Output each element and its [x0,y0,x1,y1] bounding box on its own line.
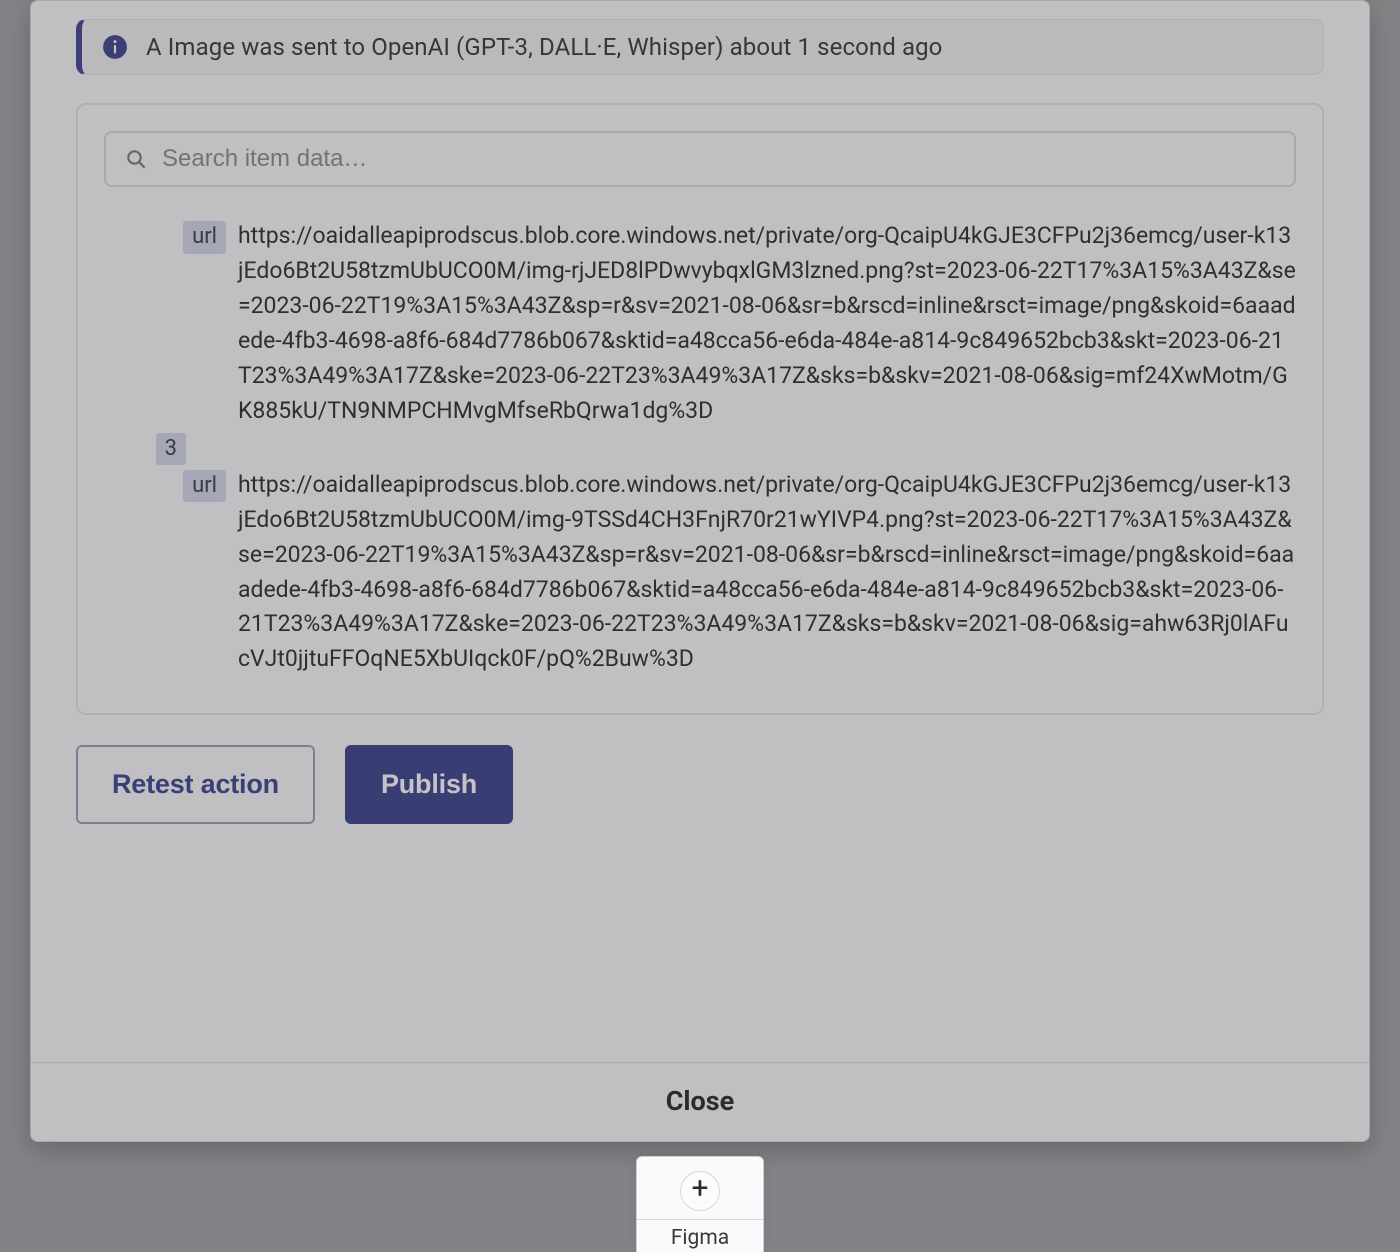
data-key: url [104,468,226,503]
data-key: url [104,219,226,254]
action-bar: Retest action Publish [76,745,1324,854]
test-result-modal: A Image was sent to OpenAI (GPT-3, DALL·… [30,0,1370,1142]
data-value: https://oaidalleapiprodscus.blob.core.wi… [238,219,1296,429]
result-data-list: url https://oaidalleapiprodscus.blob.cor… [104,219,1296,677]
plus-icon: + [691,1174,708,1204]
retest-action-button[interactable]: Retest action [76,745,315,824]
close-button[interactable]: Close [31,1062,1369,1141]
data-index: 3 [104,431,186,466]
search-field-wrapper[interactable] [104,131,1296,187]
publish-button[interactable]: Publish [345,745,513,824]
info-icon [102,34,128,60]
data-index-row: 3 [104,431,1296,466]
dock-panel: + Figma [636,1156,764,1252]
data-row: url https://oaidalleapiprodscus.blob.cor… [104,219,1296,429]
dock-label-wrap: Figma [637,1219,763,1252]
result-data-panel: url https://oaidalleapiprodscus.blob.cor… [76,103,1324,715]
add-button[interactable]: + [680,1171,720,1211]
search-input[interactable] [162,145,1276,173]
alert-message: A Image was sent to OpenAI (GPT-3, DALL·… [146,33,942,61]
modal-body: A Image was sent to OpenAI (GPT-3, DALL·… [31,1,1369,1062]
data-row: url https://oaidalleapiprodscus.blob.cor… [104,468,1296,678]
dock-app-label[interactable]: Figma [665,1224,735,1252]
key-tag-url: url [183,221,226,254]
index-tag: 3 [156,433,186,466]
data-value: https://oaidalleapiprodscus.blob.core.wi… [238,468,1296,678]
status-alert: A Image was sent to OpenAI (GPT-3, DALL·… [76,19,1324,75]
search-icon [124,147,148,171]
key-tag-url: url [183,470,226,503]
